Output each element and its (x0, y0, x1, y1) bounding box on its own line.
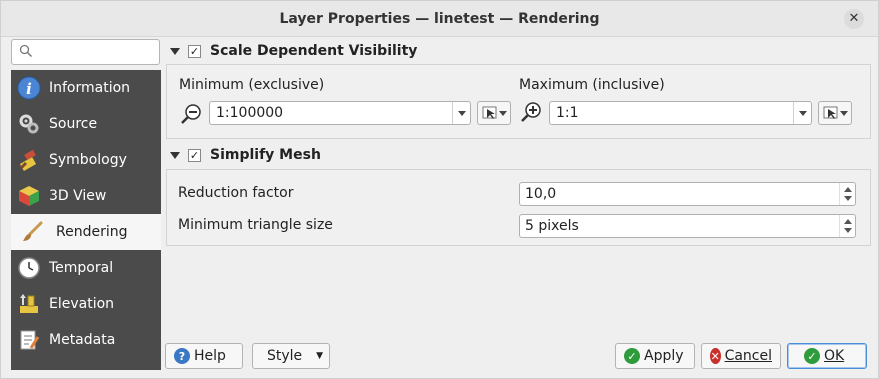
cube-3d-icon (16, 183, 42, 209)
style-button-label: Style (267, 348, 303, 364)
collapse-triangle-icon[interactable] (170, 151, 180, 159)
elevation-icon (16, 291, 42, 317)
sidebar-item-label: Rendering (56, 224, 128, 240)
symbology-icon (16, 147, 42, 173)
check-icon: ✓ (804, 348, 820, 364)
sidebar-item-symbology[interactable]: Symbology (11, 142, 161, 178)
scale-visibility-header[interactable]: ✓ Scale Dependent Visibility (166, 39, 871, 63)
help-icon: ? (174, 348, 190, 364)
chevron-down-icon: ▼ (316, 351, 324, 361)
apply-button[interactable]: ✓ Apply (615, 343, 695, 369)
apply-button-label: Apply (644, 348, 684, 364)
sidebar: i Information Source Symbology 3D View R… (11, 39, 161, 370)
chevron-down-icon[interactable] (793, 102, 811, 124)
scale-visibility-group: Minimum (exclusive) 1:100000 Maximum (in… (166, 64, 871, 139)
sidebar-item-elevation[interactable]: Elevation (11, 286, 161, 322)
svg-text:i: i (26, 80, 32, 98)
sidebar-item-label: Temporal (49, 260, 114, 276)
paintbrush-icon (20, 219, 46, 245)
ok-button-label: OK (824, 348, 845, 364)
minimum-scale-label: Minimum (exclusive) (179, 77, 325, 93)
window-title: Layer Properties — linetest — Rendering (279, 11, 600, 27)
simplify-mesh-checkbox[interactable]: ✓ (188, 148, 201, 162)
cancel-icon: ✕ (710, 348, 721, 364)
cursor-select-icon (482, 105, 500, 125)
sidebar-item-label: Information (49, 80, 131, 96)
sidebar-item-information[interactable]: i Information (11, 70, 161, 106)
layer-properties-window: Layer Properties — linetest — Rendering … (0, 0, 879, 379)
maximum-scale-combo[interactable]: 1:1 (549, 101, 812, 125)
close-icon[interactable]: ✕ (844, 9, 864, 29)
reduction-factor-label: Reduction factor (178, 185, 294, 201)
minimum-scale-canvas-button[interactable] (477, 101, 511, 125)
sidebar-item-temporal[interactable]: Temporal (11, 250, 161, 286)
sidebar-item-3d-view[interactable]: 3D View (11, 178, 161, 214)
info-icon: i (16, 75, 42, 101)
sidebar-item-label: Source (49, 116, 98, 132)
zoom-in-icon (520, 101, 542, 127)
min-triangle-size-value: 5 pixels (525, 218, 579, 234)
sidebar-item-rendering[interactable]: Rendering (11, 214, 161, 250)
rendering-panel: ✓ Scale Dependent Visibility Minimum (ex… (166, 39, 871, 246)
scale-visibility-title: Scale Dependent Visibility (210, 43, 418, 59)
simplify-mesh-title: Simplify Mesh (210, 147, 321, 163)
sidebar-item-source[interactable]: Source (11, 106, 161, 142)
simplify-mesh-header[interactable]: ✓ Simplify Mesh (166, 143, 871, 167)
search-input[interactable] (11, 39, 160, 65)
minimum-scale-value: 1:100000 (216, 105, 284, 121)
source-icon (16, 111, 42, 137)
title-bar: Layer Properties — linetest — Rendering … (1, 1, 878, 37)
simplify-mesh-group: Reduction factor 10,0 Minimum triangle s… (166, 169, 871, 246)
metadata-icon (16, 327, 42, 353)
spin-arrows-icon[interactable] (839, 215, 855, 237)
clock-icon (16, 255, 42, 281)
collapse-triangle-icon[interactable] (170, 47, 180, 55)
min-triangle-size-spinbox[interactable]: 5 pixels (519, 214, 856, 238)
sidebar-item-label: 3D View (49, 188, 107, 204)
maximum-scale-value: 1:1 (556, 105, 579, 121)
style-button[interactable]: Style ▼ (252, 343, 330, 369)
sidebar-item-label: Symbology (49, 152, 127, 168)
zoom-out-icon (180, 103, 202, 129)
cancel-button-label: Cancel (724, 348, 772, 364)
help-button-label: Help (194, 348, 226, 364)
help-button[interactable]: ? Help (165, 343, 243, 369)
maximum-scale-canvas-button[interactable] (818, 101, 852, 125)
scale-visibility-checkbox[interactable]: ✓ (188, 44, 201, 58)
sidebar-nav: i Information Source Symbology 3D View R… (11, 70, 161, 370)
sidebar-item-label: Metadata (49, 332, 116, 348)
cursor-select-icon (823, 105, 841, 125)
check-icon: ✓ (624, 348, 640, 364)
sidebar-item-metadata[interactable]: Metadata (11, 322, 161, 358)
reduction-factor-spinbox[interactable]: 10,0 (519, 182, 856, 206)
ok-button[interactable]: ✓ OK (787, 343, 867, 369)
sidebar-item-label: Elevation (49, 296, 115, 312)
chevron-down-icon[interactable] (452, 102, 470, 124)
reduction-factor-value: 10,0 (525, 186, 557, 202)
minimum-scale-combo[interactable]: 1:100000 (209, 101, 471, 125)
spin-arrows-icon[interactable] (839, 183, 855, 205)
search-icon (19, 44, 33, 62)
cancel-button[interactable]: ✕ Cancel (701, 343, 781, 369)
min-triangle-size-label: Minimum triangle size (178, 217, 333, 233)
maximum-scale-label: Maximum (inclusive) (519, 77, 665, 93)
